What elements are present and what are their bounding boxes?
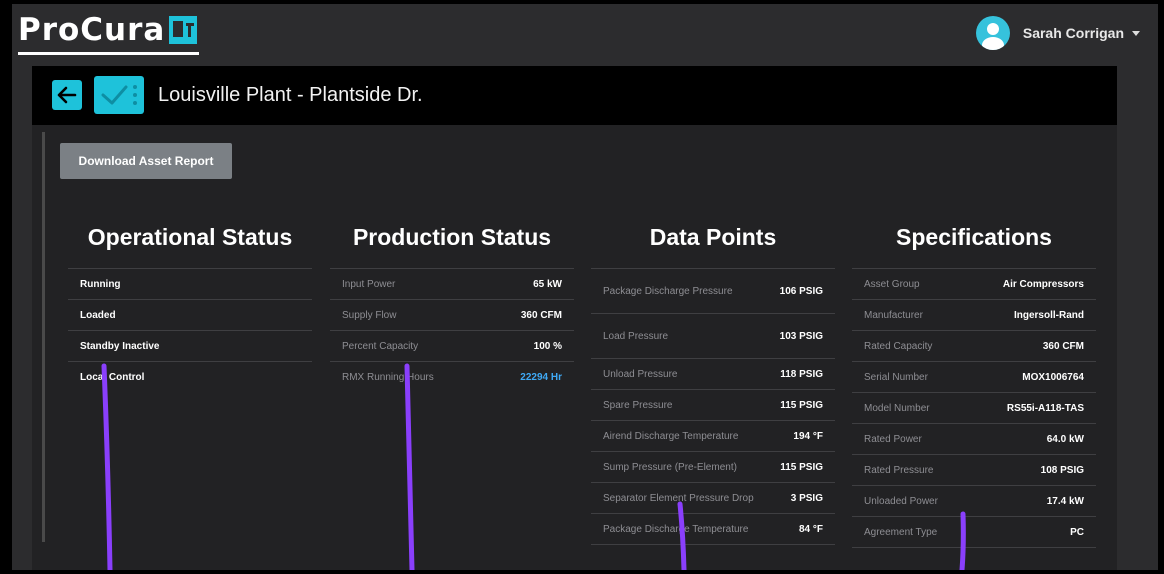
annotation-strokes: [101, 363, 966, 570]
annotation-stroke: [959, 511, 966, 570]
annotation-stroke: [101, 363, 113, 570]
annotation-stroke: [404, 363, 415, 570]
annotation-stroke: [677, 501, 687, 570]
app-window: ProCura Sarah Corrigan Louisville Plant …: [12, 4, 1158, 570]
